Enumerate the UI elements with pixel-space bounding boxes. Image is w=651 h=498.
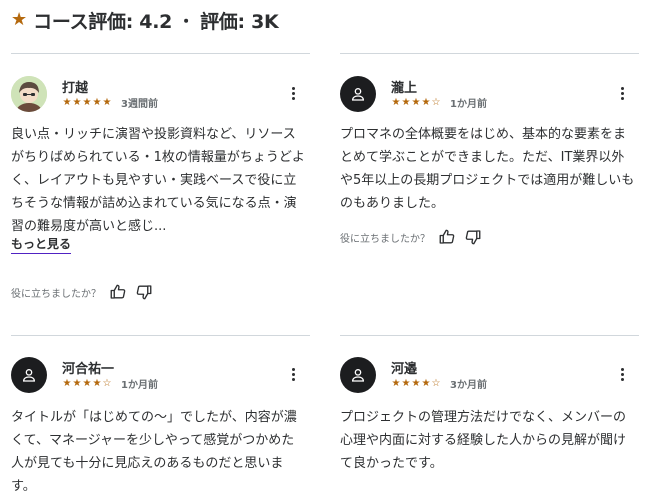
star-full-icon: ★ [72,96,82,108]
star-full-icon: ★ [411,96,421,108]
star-full-icon: ★ [401,96,411,108]
helpful-label: 役に立ちましたか？ [340,233,430,245]
star-full-icon: ★ [421,96,431,108]
star-full-icon: ★ [391,377,401,389]
star-full-icon: ★ [72,377,82,389]
separator-dot: ・ [178,12,195,31]
review-text: プロジェクトの管理方法だけでなく、メンバーの心理や内面に対する経験した人からの見… [340,410,627,471]
rating-row: ★ ★ ★ ★ ☆ 3か月前 [391,376,487,391]
rating-row: ★ ★ ★ ★ ☆ 1か月前 [391,95,487,110]
avatar [11,76,47,112]
star-icon: ★ [11,9,28,30]
star-full-icon: ★ [102,96,112,108]
star-full-icon: ★ [391,96,401,108]
review-card: 瀧上 ★ ★ ★ ★ ☆ 1か月前 プロマネの全体概要をはじめ、基本的な要素をま… [340,76,640,256]
helpful-row: 役に立ちましたか？ [11,283,153,301]
star-empty-icon: ☆ [431,377,441,389]
rating-row: ★ ★ ★ ★ ★ 3週間前 [62,95,158,110]
thumbs-down-icon[interactable] [464,228,482,246]
review-card: 河邉 ★ ★ ★ ★ ☆ 3か月前 プロジェクトの管理方法だけでなく、メンバーの… [340,357,640,492]
review-time: 3か月前 [450,380,487,391]
star-rating: ★ ★ ★ ★ ☆ [391,377,441,389]
reviewer-name: 河邉 [391,362,418,377]
person-icon [351,88,365,101]
star-full-icon: ★ [62,96,72,108]
person-icon [351,369,365,382]
star-rating: ★ ★ ★ ★ ☆ [62,377,112,389]
more-options-icon[interactable] [285,363,301,385]
star-full-icon: ★ [411,377,421,389]
divider [11,53,310,54]
avatar-photo-icon [11,76,47,112]
divider [340,53,639,54]
review-text: タイトルが「はじめての〜」でしたが、内容が濃くて、マネージャーを少しやって感覚が… [11,410,297,494]
helpful-label: 役に立ちましたか？ [11,288,101,300]
reviewer-name: 河合祐一 [62,362,115,377]
star-empty-icon: ☆ [431,96,441,108]
thumbs-up-icon[interactable] [109,283,127,301]
thumbs-up-icon[interactable] [438,228,456,246]
avatar [340,357,376,393]
thumbs-down-icon[interactable] [135,283,153,301]
star-full-icon: ★ [82,96,92,108]
star-rating: ★ ★ ★ ★ ★ [62,96,112,108]
helpful-row: 役に立ちましたか？ [340,228,482,246]
review-time: 1か月前 [121,380,158,391]
show-more-link[interactable]: もっと見る [11,235,72,254]
star-full-icon: ★ [401,377,411,389]
star-full-icon: ★ [82,377,92,389]
star-full-icon: ★ [421,377,431,389]
rating-count-text: 評価: 3K [200,10,279,33]
reviewer-name: 打越 [62,81,89,96]
avatar [11,357,47,393]
more-options-icon[interactable] [285,82,301,104]
avatar [340,76,376,112]
review-time: 1か月前 [450,99,487,110]
review-time: 3週間前 [121,99,158,110]
star-rating: ★ ★ ★ ★ ☆ [391,96,441,108]
star-empty-icon: ☆ [102,377,112,389]
divider [11,335,310,336]
review-card: 打越 ★ ★ ★ ★ ★ 3週間前 良い点・リッチに演習や投影資料など、リソース… [11,76,311,306]
reviewer-name: 瀧上 [391,81,418,96]
review-card: 河合祐一 ★ ★ ★ ★ ☆ 1か月前 タイトルが「はじめての〜」でしたが、内容… [11,357,311,494]
course-rating-header: ★ コース評価: 4.2 ・ 評価: 3K [11,6,279,34]
rating-row: ★ ★ ★ ★ ☆ 1か月前 [62,376,158,391]
course-rating-text: コース評価: 4.2 [33,10,173,33]
review-text: プロマネの全体概要をはじめ、基本的な要素をまとめて学ぶことができました。ただ、I… [340,127,635,211]
star-full-icon: ★ [62,377,72,389]
divider [340,335,639,336]
review-text: 良い点・リッチに演習や投影資料など、リソースがちりばめられている・1枚の情報量が… [11,127,305,234]
more-options-icon[interactable] [614,82,630,104]
star-full-icon: ★ [92,377,102,389]
person-icon [22,369,36,382]
star-full-icon: ★ [92,96,102,108]
more-options-icon[interactable] [614,363,630,385]
